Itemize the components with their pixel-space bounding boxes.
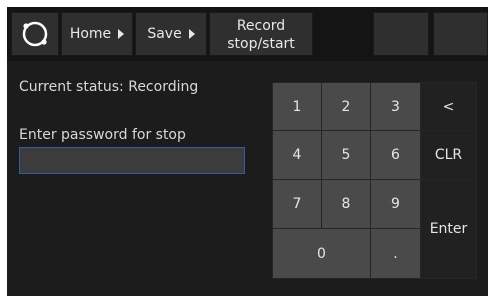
top-toolbar: Home Save Record stop/start bbox=[7, 7, 488, 61]
logo-button[interactable] bbox=[11, 12, 59, 56]
record-button-label-line1: Record bbox=[236, 18, 286, 34]
keypad-key-3[interactable]: 3 bbox=[370, 82, 421, 131]
toolbar-blank-button-2[interactable] bbox=[433, 12, 488, 56]
keypad-key-6[interactable]: 6 bbox=[370, 130, 421, 180]
home-button[interactable]: Home bbox=[61, 12, 133, 56]
current-status-text: Current status: Recording bbox=[19, 79, 199, 95]
keypad-clear-key[interactable]: CLR bbox=[420, 130, 477, 180]
keypad-dot-key[interactable]: . bbox=[370, 228, 421, 279]
keypad-key-8[interactable]: 8 bbox=[321, 179, 371, 229]
save-button-label: Save bbox=[147, 26, 182, 42]
keypad-key-0[interactable]: 0 bbox=[272, 228, 371, 279]
keypad-enter-key[interactable]: Enter bbox=[420, 179, 477, 279]
keypad-key-7[interactable]: 7 bbox=[272, 179, 322, 229]
password-label: Enter password for stop bbox=[19, 127, 186, 143]
circle-ring-icon bbox=[21, 20, 49, 48]
keypad-backspace-key[interactable]: < bbox=[420, 82, 477, 131]
keypad-key-1[interactable]: 1 bbox=[272, 82, 322, 131]
record-stop-start-button[interactable]: Record stop/start bbox=[209, 12, 313, 56]
keypad-key-5[interactable]: 5 bbox=[321, 130, 371, 180]
save-button[interactable]: Save bbox=[135, 12, 207, 56]
password-input[interactable] bbox=[19, 147, 245, 174]
home-button-label: Home bbox=[69, 26, 112, 42]
keypad-key-9[interactable]: 9 bbox=[370, 179, 421, 229]
keypad-key-2[interactable]: 2 bbox=[321, 82, 371, 131]
triangle-right-icon bbox=[188, 29, 195, 39]
toolbar-blank-button-1[interactable] bbox=[373, 12, 429, 56]
app-window: Home Save Record stop/start Current stat… bbox=[7, 7, 488, 296]
keypad-key-4[interactable]: 4 bbox=[272, 130, 322, 180]
record-button-label-line2: stop/start bbox=[227, 36, 295, 52]
triangle-right-icon bbox=[118, 29, 125, 39]
